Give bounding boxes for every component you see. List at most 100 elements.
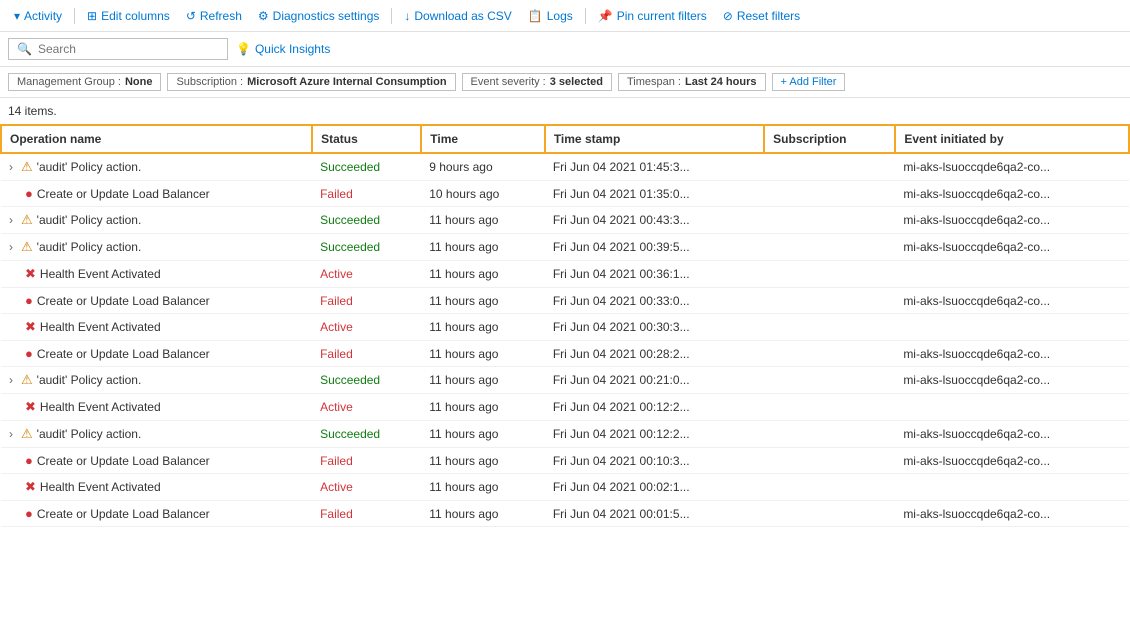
expand-button[interactable]: › — [9, 427, 13, 441]
time-cell: 11 hours ago — [421, 474, 545, 501]
operation-name-text: Create or Update Load Balancer — [37, 507, 210, 521]
activity-button[interactable]: ▾ Activity — [8, 7, 68, 25]
refresh-icon: ↺ — [186, 9, 196, 23]
timespan-label: Timespan : — [627, 76, 681, 88]
error-icon: ● — [25, 293, 33, 308]
divider-2 — [391, 8, 392, 24]
table-row[interactable]: ●Create or Update Load BalancerFailed11 … — [1, 501, 1129, 527]
operation-name-text: Create or Update Load Balancer — [37, 187, 210, 201]
initiated-by-cell: mi-aks-lsuoccqde6qa2-co... — [895, 367, 1129, 394]
subscription-filter[interactable]: Subscription : Microsoft Azure Internal … — [167, 73, 455, 91]
health-icon: ✖ — [25, 319, 36, 335]
table-row[interactable]: ✖Health Event ActivatedActive11 hours ag… — [1, 394, 1129, 421]
operation-name-text: Health Event Activated — [40, 480, 161, 494]
table-row[interactable]: ›⚠'audit' Policy action.Succeeded11 hour… — [1, 421, 1129, 448]
reset-filters-button[interactable]: ⊘ Reset filters — [717, 7, 806, 25]
logs-icon: 📋 — [528, 9, 543, 23]
management-group-filter[interactable]: Management Group : None — [8, 73, 161, 91]
error-icon: ● — [25, 506, 33, 521]
timestamp-cell: Fri Jun 04 2021 01:45:3... — [545, 153, 764, 181]
col-timestamp: Time stamp — [545, 125, 764, 153]
table-row[interactable]: ✖Health Event ActivatedActive11 hours ag… — [1, 261, 1129, 288]
status-cell: Failed — [312, 181, 421, 207]
subscription-value: Microsoft Azure Internal Consumption — [247, 76, 446, 88]
initiated-by-cell: mi-aks-lsuoccqde6qa2-co... — [895, 153, 1129, 181]
table-row[interactable]: ✖Health Event ActivatedActive11 hours ag… — [1, 474, 1129, 501]
subscription-cell — [764, 394, 895, 421]
quick-insights-icon: 💡 — [236, 42, 251, 56]
items-count: 14 items. — [0, 98, 1130, 124]
add-filter-button[interactable]: + Add Filter — [772, 73, 846, 91]
mgmt-group-value: None — [125, 76, 153, 88]
operation-name-cell: ●Create or Update Load Balancer — [1, 341, 312, 367]
table-row[interactable]: ›⚠'audit' Policy action.Succeeded11 hour… — [1, 367, 1129, 394]
table-row[interactable]: ›⚠'audit' Policy action.Succeeded9 hours… — [1, 153, 1129, 181]
subscription-label: Subscription : — [176, 76, 243, 88]
download-button[interactable]: ↓ Download as CSV — [398, 7, 517, 25]
col-time: Time — [421, 125, 545, 153]
operation-name-text: Health Event Activated — [40, 267, 161, 281]
time-cell: 11 hours ago — [421, 288, 545, 314]
download-icon: ↓ — [404, 9, 410, 23]
pin-icon: 📌 — [598, 9, 613, 23]
col-operation-name: Operation name — [1, 125, 312, 153]
table-row[interactable]: ›⚠'audit' Policy action.Succeeded11 hour… — [1, 207, 1129, 234]
operation-name-text: 'audit' Policy action. — [37, 160, 142, 174]
time-cell: 10 hours ago — [421, 181, 545, 207]
table-row[interactable]: ✖Health Event ActivatedActive11 hours ag… — [1, 314, 1129, 341]
expand-button[interactable]: › — [9, 160, 13, 174]
timestamp-cell: Fri Jun 04 2021 00:21:0... — [545, 367, 764, 394]
operation-name-text: Create or Update Load Balancer — [37, 347, 210, 361]
table-row[interactable]: ●Create or Update Load BalancerFailed11 … — [1, 341, 1129, 367]
status-cell: Active — [312, 314, 421, 341]
expand-button[interactable]: › — [9, 373, 13, 387]
main-toolbar: ▾ Activity ⊞ Edit columns ↺ Refresh ⚙ Di… — [0, 0, 1130, 32]
severity-filter[interactable]: Event severity : 3 selected — [462, 73, 612, 91]
search-input[interactable] — [38, 42, 218, 56]
subscription-cell — [764, 234, 895, 261]
search-box[interactable]: 🔍 — [8, 38, 228, 60]
timestamp-cell: Fri Jun 04 2021 00:12:2... — [545, 421, 764, 448]
pin-filters-button[interactable]: 📌 Pin current filters — [592, 7, 713, 25]
subscription-cell — [764, 181, 895, 207]
subscription-cell — [764, 261, 895, 288]
table-row[interactable]: ●Create or Update Load BalancerFailed11 … — [1, 448, 1129, 474]
expand-button[interactable]: › — [9, 240, 13, 254]
operation-name-cell: ✖Health Event Activated — [1, 394, 312, 421]
edit-columns-button[interactable]: ⊞ Edit columns — [81, 7, 176, 25]
download-label: Download as CSV — [414, 9, 511, 23]
refresh-button[interactable]: ↺ Refresh — [180, 7, 248, 25]
status-cell: Active — [312, 474, 421, 501]
quick-insights-label: Quick Insights — [255, 42, 330, 56]
quick-insights-button[interactable]: 💡 Quick Insights — [236, 42, 330, 56]
refresh-label: Refresh — [200, 9, 242, 23]
subscription-cell — [764, 314, 895, 341]
timespan-value: Last 24 hours — [685, 76, 757, 88]
subscription-cell — [764, 501, 895, 527]
timestamp-cell: Fri Jun 04 2021 00:10:3... — [545, 448, 764, 474]
initiated-by-cell — [895, 394, 1129, 421]
data-table-wrapper: Operation name Status Time Time stamp Su… — [0, 124, 1130, 527]
subscription-cell — [764, 207, 895, 234]
status-cell: Failed — [312, 501, 421, 527]
operation-name-cell: ›⚠'audit' Policy action. — [1, 367, 312, 394]
timestamp-cell: Fri Jun 04 2021 01:35:0... — [545, 181, 764, 207]
warning-icon: ⚠ — [21, 159, 33, 175]
activity-icon: ▾ — [14, 9, 20, 23]
initiated-by-cell: mi-aks-lsuoccqde6qa2-co... — [895, 421, 1129, 448]
expand-button[interactable]: › — [9, 213, 13, 227]
table-row[interactable]: ›⚠'audit' Policy action.Succeeded11 hour… — [1, 234, 1129, 261]
error-icon: ● — [25, 186, 33, 201]
operation-name-cell: ›⚠'audit' Policy action. — [1, 207, 312, 234]
severity-value: 3 selected — [550, 76, 603, 88]
timespan-filter[interactable]: Timespan : Last 24 hours — [618, 73, 766, 91]
initiated-by-cell: mi-aks-lsuoccqde6qa2-co... — [895, 207, 1129, 234]
divider-1 — [74, 8, 75, 24]
table-row[interactable]: ●Create or Update Load BalancerFailed11 … — [1, 288, 1129, 314]
operation-name-cell: ●Create or Update Load Balancer — [1, 448, 312, 474]
operation-name-text: Create or Update Load Balancer — [37, 294, 210, 308]
health-icon: ✖ — [25, 266, 36, 282]
table-row[interactable]: ● Create or Update Load Balancer Failed10 … — [1, 181, 1129, 207]
diagnostics-button[interactable]: ⚙ Diagnostics settings — [252, 7, 385, 25]
logs-button[interactable]: 📋 Logs — [522, 7, 579, 25]
